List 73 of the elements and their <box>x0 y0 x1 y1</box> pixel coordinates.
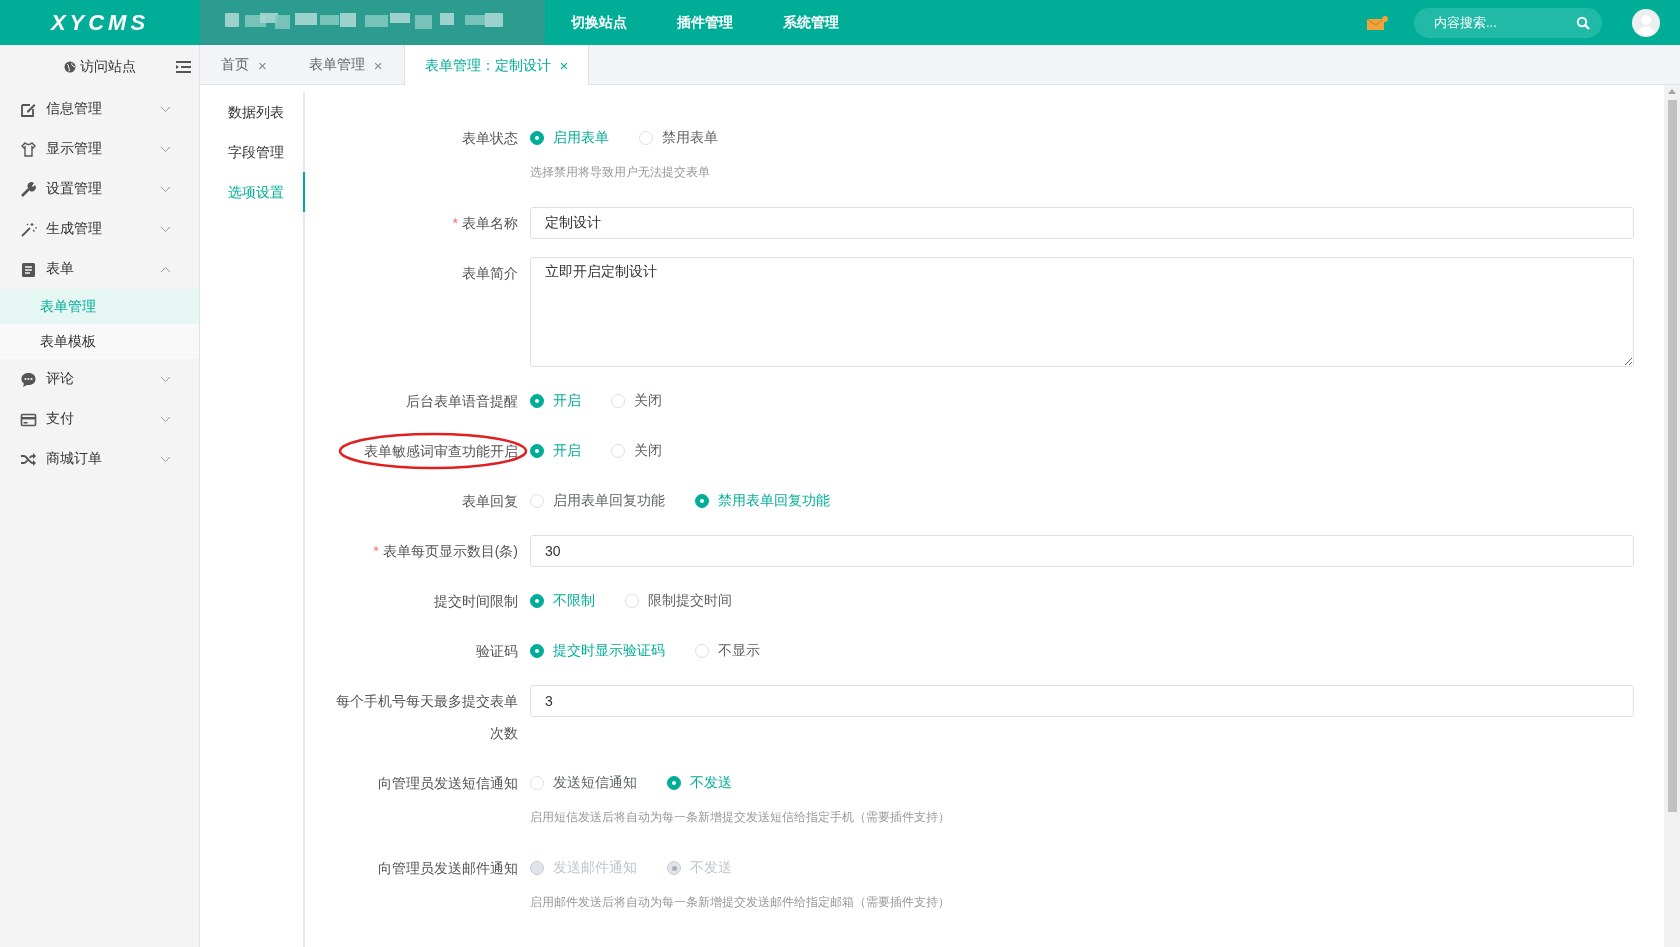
input-field[interactable]: 30 <box>530 535 1634 567</box>
radio-label[interactable]: 不显示 <box>718 642 760 660</box>
search-field[interactable]: 内容搜索... <box>1414 7 1602 38</box>
field-label: 表单状态 <box>462 130 518 146</box>
scrollbar-thumb[interactable] <box>1667 100 1677 812</box>
chevron-down-icon[interactable] <box>160 185 171 193</box>
tab[interactable]: 表单管理 × <box>287 45 404 85</box>
sidebar-item[interactable]: 生成管理 <box>0 209 199 249</box>
field-label: * 表单每页显示数目(条) <box>373 543 518 559</box>
radio-label: 发送邮件通知 <box>553 859 637 877</box>
field-label: 向管理员发送邮件通知 <box>378 860 518 876</box>
chevron-down-icon[interactable] <box>160 375 171 383</box>
field-label: 表单敏感词审查功能开启 <box>364 443 518 459</box>
chevron-down-icon[interactable] <box>160 105 171 113</box>
radio-label[interactable]: 发送短信通知 <box>553 774 637 792</box>
globe-icon <box>63 61 76 73</box>
close-button[interactable]: × <box>258 56 267 74</box>
avatar-icon[interactable] <box>1632 8 1660 37</box>
radio-label[interactable]: 限制提交时间 <box>648 592 732 610</box>
radio-label[interactable]: 禁用表单 <box>662 129 718 147</box>
chevron-down-icon[interactable] <box>160 145 171 153</box>
radio-button[interactable] <box>695 494 709 508</box>
sidebar-item[interactable]: 支付 <box>0 399 199 439</box>
shuffle-icon <box>20 450 37 468</box>
radio-button[interactable] <box>667 776 681 790</box>
sidebar-item[interactable]: 表单 <box>0 249 199 289</box>
sidebar-item[interactable]: 评论 <box>0 359 199 399</box>
field-label: 表单回复 <box>462 493 518 509</box>
chevron-up-icon[interactable] <box>160 265 171 273</box>
subnav-item[interactable]: 数据列表 <box>200 92 305 132</box>
input-field[interactable]: 3 <box>530 685 1634 717</box>
scroll-up-icon[interactable] <box>1668 89 1676 94</box>
sidebar-item[interactable]: 信息管理 <box>0 89 199 129</box>
sidebar-item[interactable]: 设置管理 <box>0 169 199 209</box>
radio-button[interactable] <box>530 394 544 408</box>
radio-button[interactable] <box>530 594 544 608</box>
input-field[interactable]: 定制设计 <box>530 207 1634 239</box>
magic-wand-icon <box>20 220 37 238</box>
sidebar-item[interactable]: 商城订单 <box>0 439 199 479</box>
field-label: 后台表单语音提醒 <box>406 393 518 409</box>
radio-button[interactable] <box>530 644 544 658</box>
field-label: 向管理员发送短信通知 <box>378 775 518 791</box>
subnav-item[interactable]: 字段管理 <box>200 132 305 172</box>
wrench-icon <box>20 180 37 198</box>
shirt-icon <box>20 140 37 158</box>
field-label: 每个手机号每天最多提交表单次数 <box>336 693 518 741</box>
submenu-item[interactable]: 表单模板 <box>0 324 199 359</box>
sidebar-item[interactable]: 显示管理 <box>0 129 199 169</box>
hint-text: 选择禁用将导致用户无法提交表单 <box>530 164 711 180</box>
radio-label[interactable]: 关闭 <box>634 442 662 460</box>
field-label: 表单简介 <box>462 265 518 281</box>
hint-text: 启用短信发送后将自动为每一条新增提交发送短信给指定手机（需要插件支持） <box>530 809 951 825</box>
menu-icon[interactable] <box>176 61 191 73</box>
chevron-down-icon[interactable] <box>160 225 171 233</box>
radio-label[interactable]: 启用表单回复功能 <box>553 492 665 510</box>
field-label: 提交时间限制 <box>434 593 518 609</box>
visit-site-link[interactable]: 访问站点 <box>79 58 136 76</box>
chevron-down-icon[interactable] <box>160 455 171 463</box>
textarea-field[interactable]: 立即开启定制设计 <box>530 257 1634 367</box>
field-label: 验证码 <box>476 643 518 659</box>
logo: XYCMS <box>49 9 151 36</box>
tab[interactable]: 首页 × <box>200 45 288 85</box>
radio-button[interactable] <box>530 131 544 145</box>
field-label: * 表单名称 <box>452 215 518 231</box>
radio-label: 不发送 <box>690 859 732 877</box>
document-icon <box>20 260 37 278</box>
mail-icon[interactable] <box>1366 14 1388 31</box>
radio-button[interactable] <box>530 444 544 458</box>
chevron-down-icon[interactable] <box>160 415 171 423</box>
chat-bubble-icon <box>20 370 37 388</box>
radio-label[interactable]: 关闭 <box>634 392 662 410</box>
search-icon[interactable] <box>1576 15 1590 30</box>
hint-text: 启用邮件发送后将自动为每一条新增提交发送邮件给指定邮箱（需要插件支持） <box>530 894 951 910</box>
